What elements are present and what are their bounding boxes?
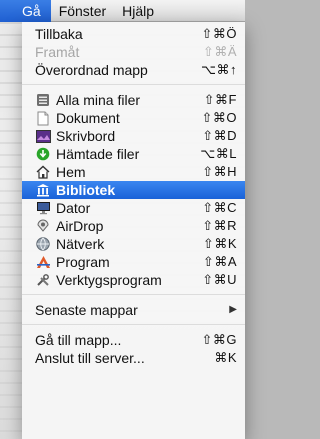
- desktop-icon: [35, 128, 51, 144]
- menu-item-shortcut: ⇧⌘K: [202, 236, 237, 251]
- menu-item-shortcut: ⇧⌘G: [201, 332, 237, 347]
- menu-item-shortcut: ⇧⌘D: [202, 128, 237, 143]
- menu-item-senaste-mappar[interactable]: Senaste mappar ▶: [22, 301, 245, 319]
- menu-item-label: Nätverk: [56, 236, 105, 252]
- menu-item-program[interactable]: Program ⇧⌘A: [22, 253, 245, 271]
- menu-item-shortcut: ⇧⌘U: [202, 272, 237, 287]
- menu-item-shortcut: ⌥⌘L: [200, 146, 237, 161]
- menu-item-label: Skrivbord: [56, 128, 116, 144]
- menu-item-label: Senaste mappar: [35, 302, 138, 318]
- menu-item-shortcut: ⇧⌘R: [202, 218, 237, 233]
- menu-item-tillbaka[interactable]: Tillbaka ⇧⌘Ö: [22, 25, 245, 43]
- menu-item-shortcut: ⌥⌘↑: [201, 62, 237, 77]
- menu-item-overordnad-mapp[interactable]: Överordnad mapp ⌥⌘↑: [22, 61, 245, 79]
- menu-item-dokument[interactable]: Dokument ⇧⌘O: [22, 109, 245, 127]
- menu-separator: [22, 324, 245, 325]
- menu-item-label: Alla mina filer: [56, 92, 141, 108]
- utilities-icon: [35, 272, 51, 288]
- network-icon: [35, 236, 51, 252]
- menu-item-label: Verktygsprogram: [56, 272, 162, 288]
- go-menu: Tillbaka ⇧⌘Ö Framåt ⇧⌘Ä Överordnad mapp …: [22, 22, 245, 439]
- menubar-item-ga[interactable]: Gå: [0, 0, 51, 22]
- menu-item-verktygsprogram[interactable]: Verktygsprogram ⇧⌘U: [22, 271, 245, 289]
- menu-item-label: Dokument: [56, 110, 120, 126]
- home-icon: [35, 164, 51, 180]
- menu-item-shortcut: ⇧⌘Ö: [201, 26, 237, 41]
- menu-item-shortcut: ⌘K: [214, 350, 237, 365]
- menu-item-anslut-till-server[interactable]: Anslut till server... ⌘K: [22, 349, 245, 367]
- computer-icon: [35, 200, 51, 216]
- menu-item-alla-mina-filer[interactable]: Alla mina filer ⇧⌘F: [22, 91, 245, 109]
- menu-item-shortcut: ⇧⌘A: [202, 254, 237, 269]
- menubar-item-hjalp[interactable]: Hjälp: [114, 0, 162, 22]
- menu-item-label: Bibliotek: [56, 182, 116, 198]
- menu-item-shortcut: ⇧⌘F: [203, 92, 237, 107]
- menu-item-shortcut: ⇧⌘C: [202, 200, 237, 215]
- menubar-item-fonster[interactable]: Fönster: [51, 0, 114, 22]
- menu-separator: [22, 84, 245, 85]
- download-icon: [35, 146, 51, 162]
- submenu-arrow-icon: ▶: [229, 304, 237, 315]
- menu-item-hamtade-filer[interactable]: Hämtade filer ⌥⌘L: [22, 145, 245, 163]
- menu-bar: Gå Fönster Hjälp: [0, 0, 245, 22]
- menu-item-dator[interactable]: Dator ⇧⌘C: [22, 199, 245, 217]
- menu-item-label: Gå till mapp...: [35, 332, 122, 348]
- menu-item-shortcut: ⇧⌘Ä: [202, 44, 237, 59]
- menu-item-label: Dator: [56, 200, 91, 216]
- library-icon: [35, 182, 51, 198]
- menu-item-label: Hämtade filer: [56, 146, 140, 162]
- menu-item-airdrop[interactable]: AirDrop ⇧⌘R: [22, 217, 245, 235]
- applications-icon: [35, 254, 51, 270]
- menu-item-shortcut: ⇧⌘H: [202, 164, 237, 179]
- menu-item-hem[interactable]: Hem ⇧⌘H: [22, 163, 245, 181]
- menu-item-framat: Framåt ⇧⌘Ä: [22, 43, 245, 61]
- menu-item-natverk[interactable]: Nätverk ⇧⌘K: [22, 235, 245, 253]
- menu-item-label: Framåt: [35, 44, 80, 60]
- menu-item-label: Överordnad mapp: [35, 62, 148, 78]
- airdrop-icon: [35, 218, 51, 234]
- menu-item-label: Program: [56, 254, 110, 270]
- menu-item-bibliotek[interactable]: Bibliotek: [22, 181, 245, 199]
- menu-item-label: Hem: [56, 164, 86, 180]
- menu-item-label: Tillbaka: [35, 26, 83, 42]
- menu-item-shortcut: ⇧⌘O: [201, 110, 237, 125]
- menu-item-label: AirDrop: [56, 218, 104, 234]
- menu-separator: [22, 294, 245, 295]
- menu-item-label: Anslut till server...: [35, 350, 145, 366]
- all-files-icon: [35, 92, 51, 108]
- menu-item-ga-till-mapp[interactable]: Gå till mapp... ⇧⌘G: [22, 331, 245, 349]
- menu-item-skrivbord[interactable]: Skrivbord ⇧⌘D: [22, 127, 245, 145]
- document-icon: [35, 110, 51, 126]
